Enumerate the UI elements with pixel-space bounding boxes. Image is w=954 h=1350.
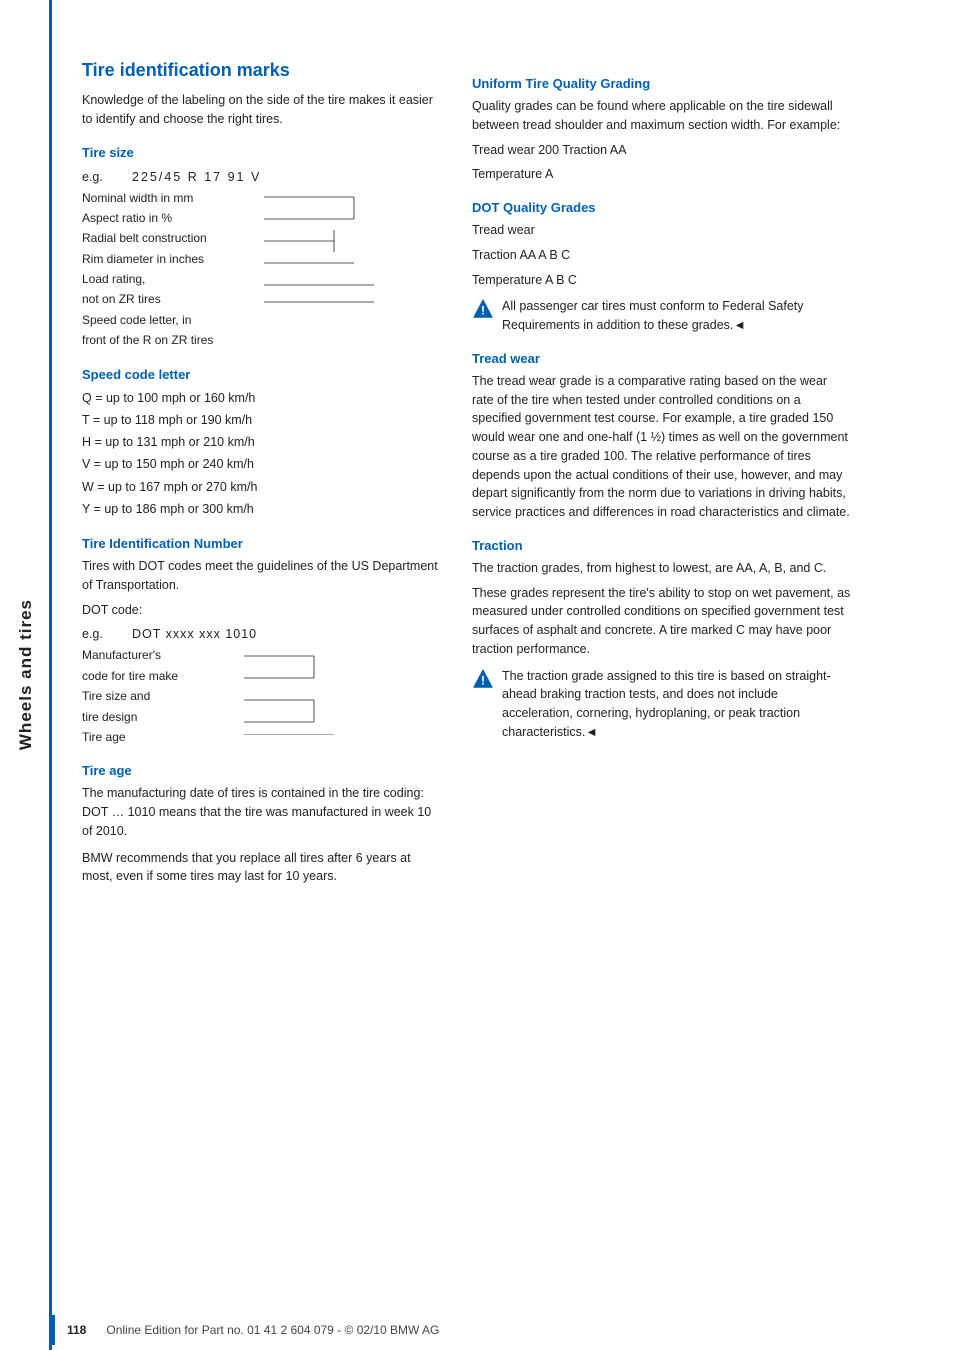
tire-eg-value: 225/45 R 17 91 V bbox=[132, 170, 261, 184]
tire-age-subtitle: Tire age bbox=[82, 763, 442, 778]
dot-diagram-body: Manufacturer's code for tire make Tire s… bbox=[82, 645, 442, 747]
dot-label-4: Tire age bbox=[82, 727, 242, 747]
dot-label-0: Manufacturer's bbox=[82, 645, 242, 665]
dot-label-2: Tire size and bbox=[82, 686, 242, 706]
tire-age-section: The manufacturing date of tires is conta… bbox=[82, 784, 442, 886]
tire-bracket-svg bbox=[264, 186, 384, 316]
traction-warning-box: ! The traction grade assigned to this ti… bbox=[472, 667, 852, 742]
dot-quality-subtitle: DOT Quality Grades bbox=[472, 200, 852, 215]
tire-label-2: Radial belt construction bbox=[82, 228, 262, 248]
traction-subtitle: Traction bbox=[472, 538, 852, 553]
tire-bracket bbox=[264, 186, 384, 316]
tire-label-col: Nominal width in mm​ Aspect ratio in % R… bbox=[82, 188, 262, 351]
footer-page-number: 118 bbox=[67, 1323, 86, 1337]
warning-triangle-2: ! bbox=[472, 668, 494, 690]
tire-label-4: Load rating, bbox=[82, 269, 262, 289]
tire-size-subtitle: Tire size bbox=[82, 145, 442, 160]
dot-eg-value: DOT xxxx xxx 1010 bbox=[132, 627, 257, 641]
footer-line bbox=[52, 1315, 55, 1345]
speed-list: Q = up to 100 mph or 160 km/h T = up to … bbox=[82, 388, 442, 521]
dot-quality-line3: Temperature A B C bbox=[472, 271, 852, 290]
tire-age-para2: BMW recommends that you replace all tire… bbox=[82, 849, 442, 887]
tire-label-3: Rim diameter in inches bbox=[82, 249, 262, 269]
dot-quality-line2: Traction AA A B C bbox=[472, 246, 852, 265]
tread-wear-desc: The tread wear grade is a comparative ra… bbox=[472, 372, 852, 522]
speed-item-4: W = up to 167 mph or 270 km/h bbox=[82, 477, 442, 498]
dot-quality-warning-text: All passenger car tires must conform to … bbox=[502, 297, 852, 335]
tire-label-5: not on ZR tires bbox=[82, 289, 262, 309]
warning-triangle-1: ! bbox=[472, 298, 494, 320]
sidebar-label: Wheels and tires bbox=[16, 599, 36, 750]
tire-eg-line: e.g. 225/45 R 17 91 V bbox=[82, 170, 442, 184]
left-column: Tire identification marks Knowledge of t… bbox=[82, 60, 442, 1320]
dot-diagram: e.g. DOT xxxx xxx 1010 Manufacturer's co… bbox=[82, 627, 442, 747]
warning-icon-2: ! bbox=[472, 668, 494, 690]
dot-label-col: Manufacturer's code for tire make Tire s… bbox=[82, 645, 242, 747]
uniform-grading-example1: Tread wear 200 Traction AA bbox=[472, 141, 852, 160]
traction-warning-text: The traction grade assigned to this tire… bbox=[502, 667, 852, 742]
dot-label-prefix: DOT code: bbox=[82, 601, 442, 620]
content-area: Tire identification marks Knowledge of t… bbox=[52, 0, 954, 1350]
sidebar-border bbox=[49, 0, 52, 1350]
dot-eg-line: e.g. DOT xxxx xxx 1010 bbox=[82, 627, 442, 641]
tire-label-7: front of the R on ZR tires bbox=[82, 330, 262, 350]
dot-quality-warning-box: ! All passenger car tires must conform t… bbox=[472, 297, 852, 335]
dot-bracket-svg bbox=[244, 645, 344, 735]
page-title: Tire identification marks bbox=[82, 60, 442, 81]
tire-age-para1: The manufacturing date of tires is conta… bbox=[82, 784, 442, 840]
intro-text: Knowledge of the labeling on the side of… bbox=[82, 91, 442, 129]
speed-item-0: Q = up to 100 mph or 160 km/h bbox=[82, 388, 442, 409]
tire-label-1: Aspect ratio in % bbox=[82, 208, 262, 228]
speed-item-3: V = up to 150 mph or 240 km/h bbox=[82, 454, 442, 475]
dot-quality-line1: Tread wear bbox=[472, 221, 852, 240]
page-container: Wheels and tires Tire identification mar… bbox=[0, 0, 954, 1350]
dot-bracket bbox=[244, 645, 344, 735]
tire-eg-label: e.g. bbox=[82, 170, 132, 184]
dot-label-3: tire design bbox=[82, 707, 242, 727]
tire-label-6: Speed code letter, in bbox=[82, 310, 262, 330]
uniform-grading-desc: Quality grades can be found where applic… bbox=[472, 97, 852, 135]
tire-id-desc1: Tires with DOT codes meet the guidelines… bbox=[82, 557, 442, 595]
speed-item-5: Y = up to 186 mph or 300 km/h bbox=[82, 499, 442, 520]
sidebar: Wheels and tires bbox=[0, 0, 52, 1350]
uniform-grading-example2: Temperature A bbox=[472, 165, 852, 184]
tire-label-0: Nominal width in mm​ bbox=[82, 188, 262, 208]
warning-icon-1: ! bbox=[472, 298, 494, 320]
traction-para1: The traction grades, from highest to low… bbox=[472, 559, 852, 578]
tire-diagram-body: Nominal width in mm​ Aspect ratio in % R… bbox=[82, 188, 442, 351]
speed-code-subtitle: Speed code letter bbox=[82, 367, 442, 382]
svg-text:!: ! bbox=[481, 304, 485, 318]
tire-id-subtitle: Tire Identification Number bbox=[82, 536, 442, 551]
footer: 118 Online Edition for Part no. 01 41 2 … bbox=[0, 1310, 954, 1350]
uniform-grading-subtitle: Uniform Tire Quality Grading bbox=[472, 76, 852, 91]
tread-wear-subtitle: Tread wear bbox=[472, 351, 852, 366]
speed-item-1: T = up to 118 mph or 190 km/h bbox=[82, 410, 442, 431]
footer-text: Online Edition for Part no. 01 41 2 604 … bbox=[106, 1323, 439, 1337]
tire-size-diagram: e.g. 225/45 R 17 91 V Nominal width in m… bbox=[82, 170, 442, 351]
traction-para2: These grades represent the tire's abilit… bbox=[472, 584, 852, 659]
svg-text:!: ! bbox=[481, 673, 485, 687]
speed-item-2: H = up to 131 mph or 210 km/h bbox=[82, 432, 442, 453]
dot-label-1: code for tire make bbox=[82, 666, 242, 686]
right-column: Uniform Tire Quality Grading Quality gra… bbox=[472, 60, 852, 1320]
dot-eg-label: e.g. bbox=[82, 627, 132, 641]
